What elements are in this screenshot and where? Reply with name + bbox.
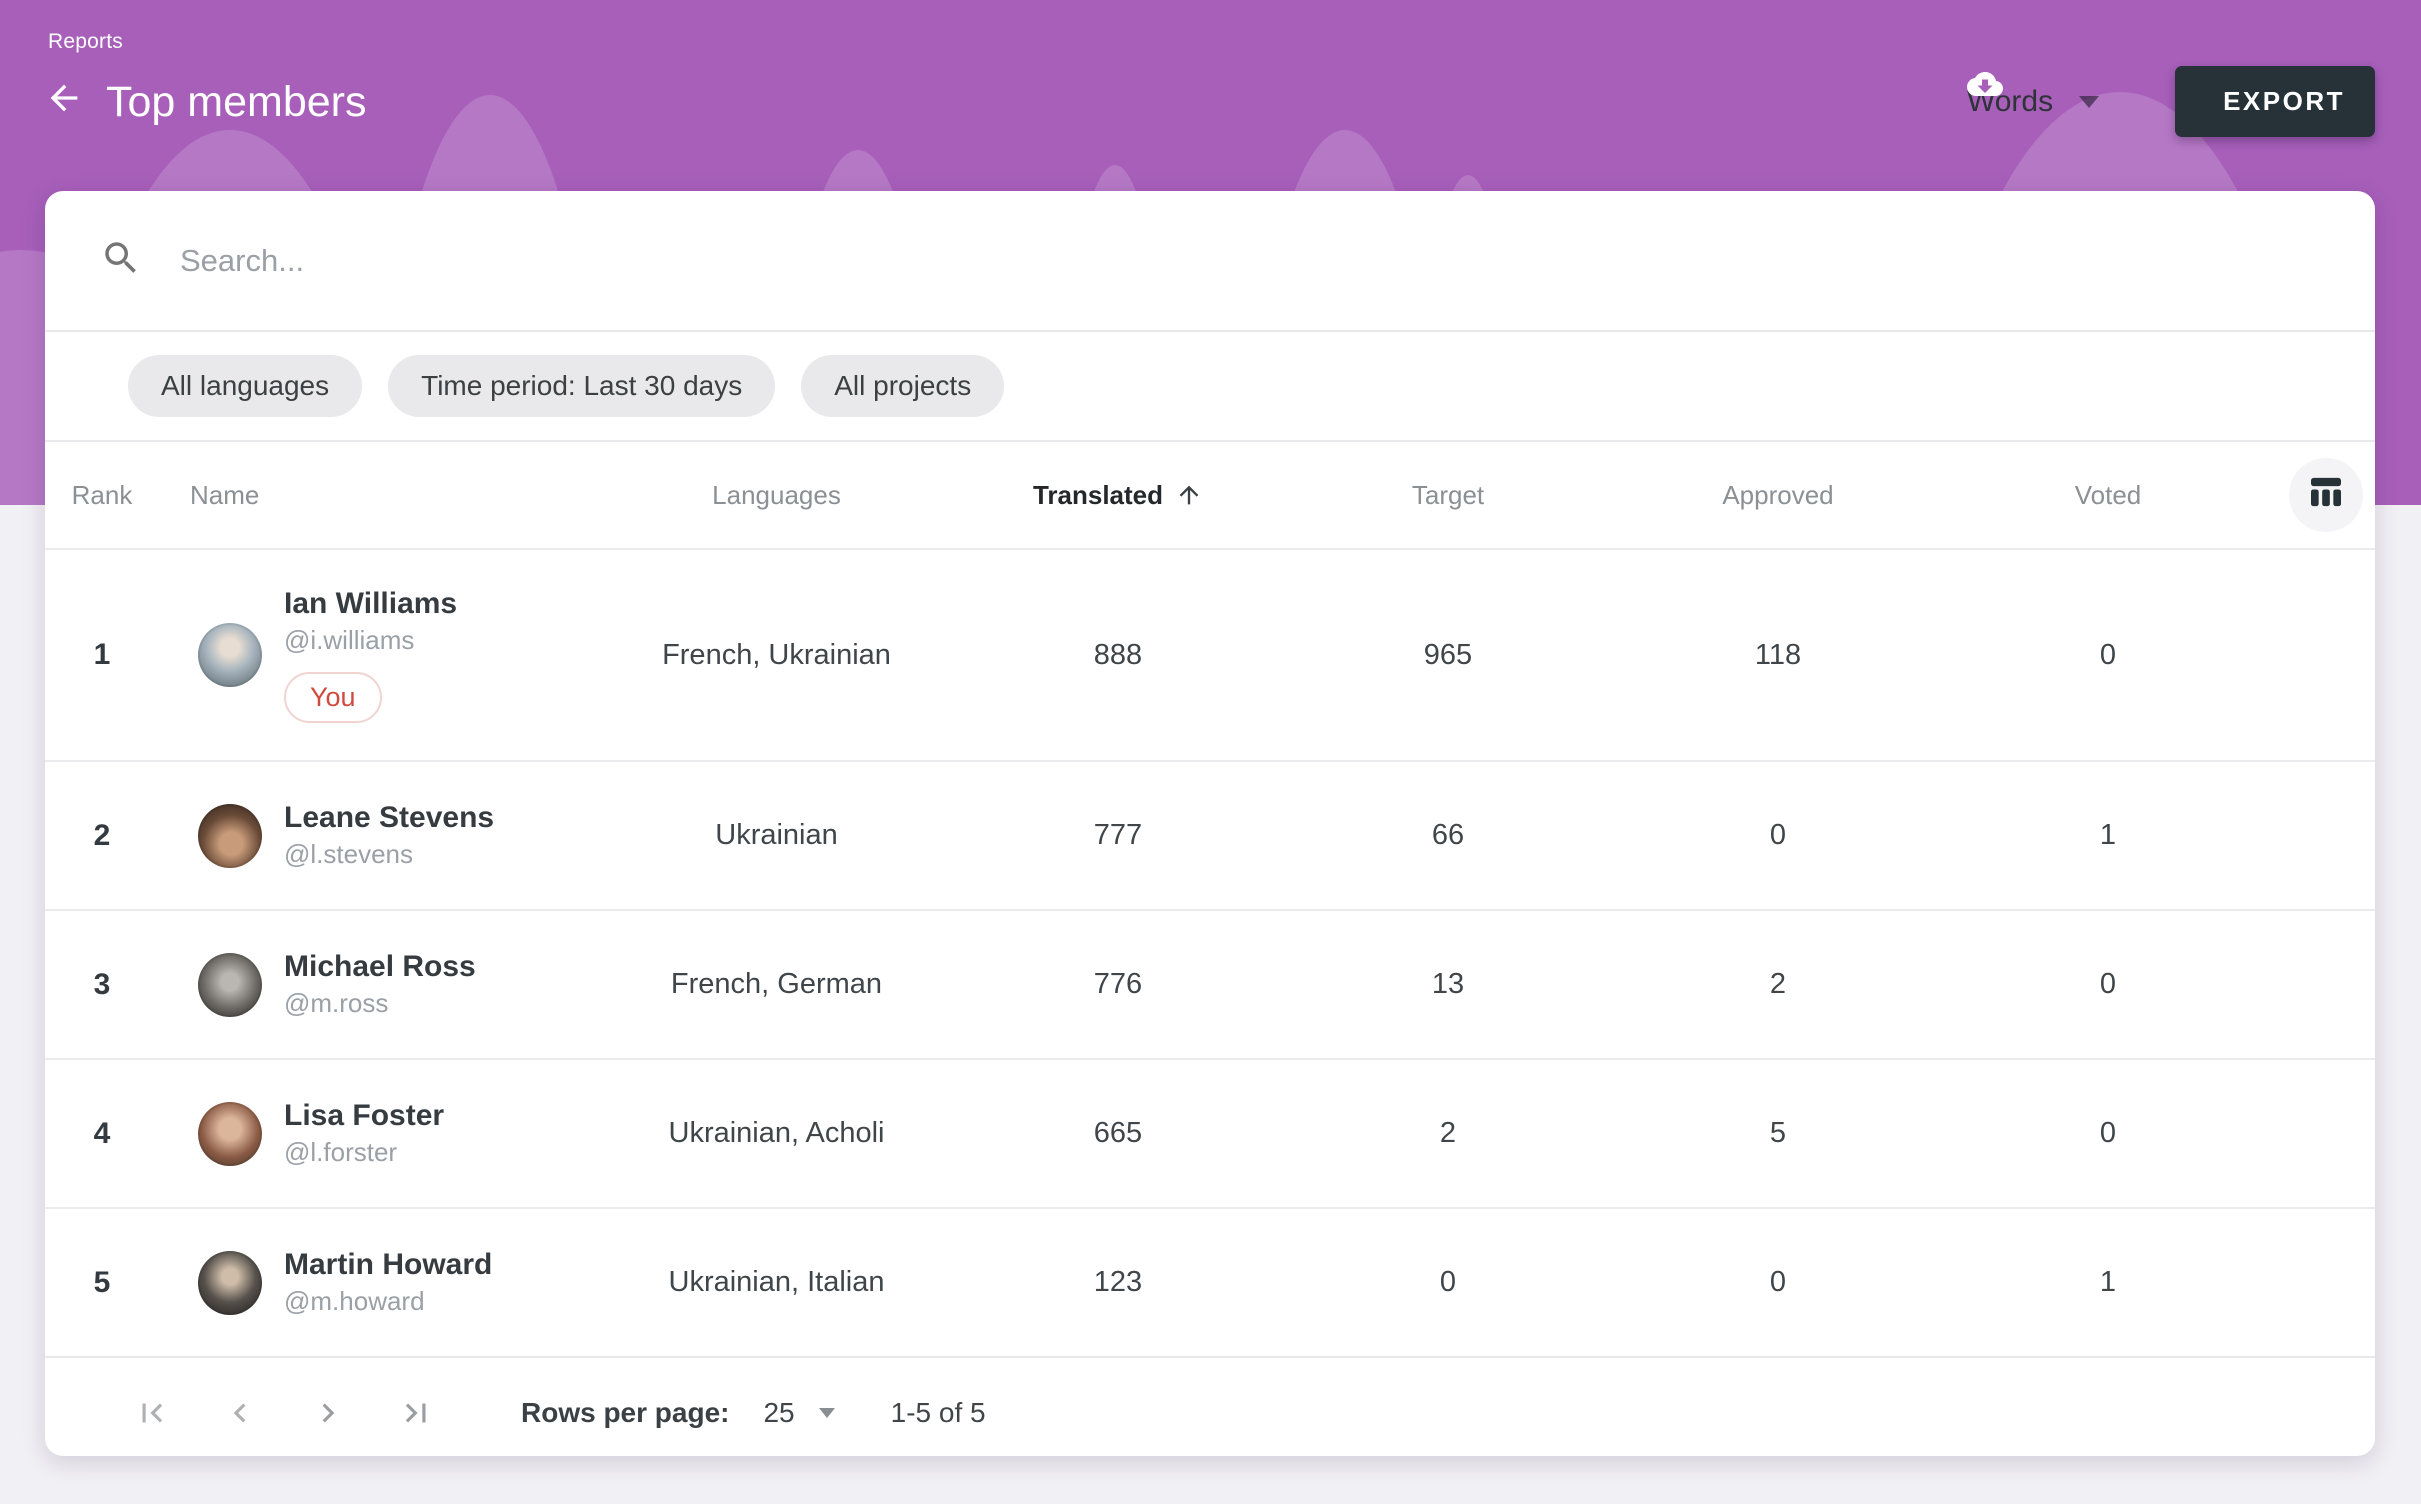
top-members-report-page: Reports Top members Words EXPORT: [0, 0, 2421, 1504]
member-username: @m.howard: [284, 1286, 492, 1317]
search-icon: [100, 237, 142, 284]
table-row[interactable]: 4 Lisa Foster @l.forster Ukrainian, Acho…: [45, 1058, 2375, 1207]
avatar: [198, 804, 262, 868]
approved-cell: 0: [1613, 1266, 1943, 1299]
table-row[interactable]: 1 Ian Williams @i.williams You French, U…: [45, 548, 2375, 760]
rank-cell: 3: [45, 968, 159, 1002]
last-page-button[interactable]: [397, 1394, 435, 1432]
chevron-down-icon: [819, 1408, 835, 1418]
voted-cell: 0: [1943, 639, 2273, 672]
approved-cell: 0: [1613, 819, 1943, 852]
member-name: Ian Williams: [284, 587, 457, 621]
approved-cell: 118: [1613, 639, 1943, 672]
avatar: [198, 953, 262, 1017]
table-columns-icon: [2306, 472, 2346, 519]
filter-chip-time-period[interactable]: Time period: Last 30 days: [388, 355, 775, 417]
pagination-bar: Rows per page: 25 1-5 of 5: [45, 1356, 2375, 1456]
member-name: Martin Howard: [284, 1248, 492, 1282]
translated-cell: 776: [953, 968, 1283, 1001]
rank-cell: 1: [45, 638, 159, 672]
breadcrumb[interactable]: Reports: [48, 30, 123, 54]
voted-cell: 1: [1943, 1266, 2273, 1299]
filter-chips: All languages Time period: Last 30 days …: [45, 332, 2375, 442]
member-username: @l.stevens: [284, 839, 494, 870]
avatar: [198, 623, 262, 687]
column-header-translated-label: Translated: [1033, 480, 1163, 511]
manage-columns-button[interactable]: [2289, 458, 2363, 532]
you-badge-wrap: You: [284, 672, 457, 723]
member-username: @i.williams: [284, 625, 457, 656]
languages-cell: French, Ukrainian: [600, 639, 953, 672]
chevron-down-icon: [2079, 96, 2099, 108]
languages-cell: Ukrainian, Italian: [600, 1266, 953, 1299]
rank-cell: 4: [45, 1117, 159, 1151]
table-header-row: Rank Name Languages Translated Target Ap…: [45, 442, 2375, 548]
pagination-range: 1-5 of 5: [891, 1397, 986, 1429]
column-header-translated-sorted[interactable]: Translated: [953, 480, 1283, 511]
member-cell: Ian Williams @i.williams You: [159, 587, 600, 723]
translated-cell: 777: [953, 819, 1283, 852]
filter-chip-languages[interactable]: All languages: [128, 355, 362, 417]
column-header-rank[interactable]: Rank: [45, 480, 159, 511]
member-name: Michael Ross: [284, 950, 476, 984]
column-header-voted[interactable]: Voted: [1943, 480, 2273, 511]
target-cell: 13: [1283, 968, 1613, 1001]
rows-per-page-select[interactable]: 25: [763, 1397, 834, 1429]
export-button-label: EXPORT: [2223, 86, 2345, 117]
table-row[interactable]: 5 Martin Howard @m.howard Ukrainian, Ita…: [45, 1207, 2375, 1356]
member-name: Lisa Foster: [284, 1099, 444, 1133]
voted-cell: 0: [1943, 1117, 2273, 1150]
arrow-up-icon: [1175, 481, 1203, 509]
member-username: @l.forster: [284, 1137, 444, 1168]
column-header-languages[interactable]: Languages: [600, 480, 953, 511]
member-username: @m.ross: [284, 988, 476, 1019]
voted-cell: 0: [1943, 968, 2273, 1001]
export-button[interactable]: EXPORT: [2175, 66, 2375, 137]
target-cell: 965: [1283, 639, 1613, 672]
first-page-button[interactable]: [133, 1394, 171, 1432]
translated-cell: 123: [953, 1266, 1283, 1299]
voted-cell: 1: [1943, 819, 2273, 852]
translated-cell: 665: [953, 1117, 1283, 1150]
translated-cell: 888: [953, 639, 1283, 672]
target-cell: 0: [1283, 1266, 1613, 1299]
languages-cell: Ukrainian, Acholi: [600, 1117, 953, 1150]
member-cell: Martin Howard @m.howard: [159, 1248, 600, 1317]
member-cell: Michael Ross @m.ross: [159, 950, 600, 1019]
rows-per-page-label: Rows per page:: [521, 1397, 729, 1429]
approved-cell: 5: [1613, 1117, 1943, 1150]
column-header-name[interactable]: Name: [159, 480, 600, 511]
member-cell: Lisa Foster @l.forster: [159, 1099, 600, 1168]
member-name: Leane Stevens: [284, 801, 494, 835]
target-cell: 66: [1283, 819, 1613, 852]
languages-cell: French, German: [600, 968, 953, 1001]
table-body: 1 Ian Williams @i.williams You French, U…: [45, 548, 2375, 1356]
target-cell: 2: [1283, 1117, 1613, 1150]
report-card: All languages Time period: Last 30 days …: [45, 191, 2375, 1456]
column-header-approved[interactable]: Approved: [1613, 480, 1943, 511]
table-row[interactable]: 2 Leane Stevens @l.stevens Ukrainian 777…: [45, 760, 2375, 909]
avatar: [198, 1102, 262, 1166]
languages-cell: Ukrainian: [600, 819, 953, 852]
page-title: Top members: [106, 78, 366, 127]
table-row[interactable]: 3 Michael Ross @m.ross French, German 77…: [45, 909, 2375, 1058]
next-page-button[interactable]: [309, 1394, 347, 1432]
back-button[interactable]: [44, 81, 88, 125]
search-input[interactable]: [178, 242, 2320, 280]
rank-cell: 2: [45, 819, 159, 853]
rows-per-page-value: 25: [763, 1397, 794, 1429]
you-badge: You: [284, 672, 382, 723]
filter-chip-projects[interactable]: All projects: [801, 355, 1004, 417]
avatar: [198, 1251, 262, 1315]
rank-cell: 5: [45, 1266, 159, 1300]
approved-cell: 2: [1613, 968, 1943, 1001]
previous-page-button[interactable]: [221, 1394, 259, 1432]
member-cell: Leane Stevens @l.stevens: [159, 801, 600, 870]
column-header-target[interactable]: Target: [1283, 480, 1613, 511]
search-bar: [45, 191, 2375, 332]
